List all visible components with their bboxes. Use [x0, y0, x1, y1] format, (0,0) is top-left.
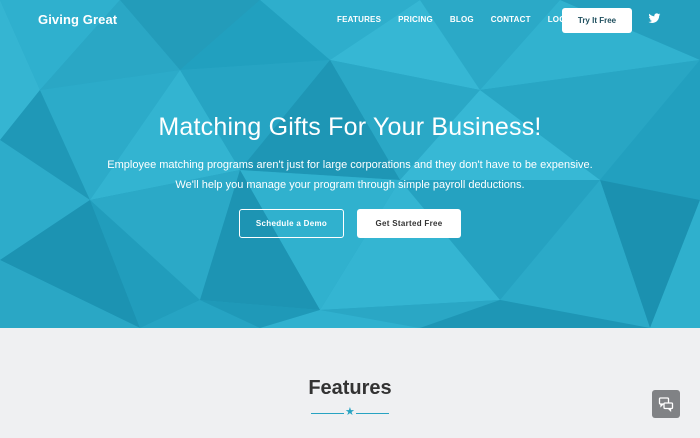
- divider-line-left: [311, 413, 344, 414]
- get-started-button[interactable]: Get Started Free: [357, 209, 461, 238]
- nav-menu: FEATURES PRICING BLOG CONTACT LOGIN: [337, 15, 591, 24]
- nav-item-blog[interactable]: BLOG: [450, 15, 474, 24]
- chat-widget-button[interactable]: [652, 390, 680, 418]
- section-divider: ★: [311, 406, 389, 419]
- nav-item-contact[interactable]: CONTACT: [491, 15, 531, 24]
- hero-subtext-line-1: Employee matching programs aren't just f…: [107, 159, 593, 171]
- nav-item-pricing[interactable]: PRICING: [398, 15, 433, 24]
- hero-headline: Matching Gifts For Your Business!: [158, 113, 542, 141]
- twitter-icon[interactable]: [648, 12, 661, 25]
- features-title: Features: [308, 377, 392, 399]
- schedule-demo-button[interactable]: Schedule a Demo: [239, 209, 344, 238]
- try-it-free-button[interactable]: Try It Free: [562, 8, 632, 33]
- hero-subtext: Employee matching programs aren't just f…: [60, 155, 640, 195]
- nav-item-features[interactable]: FEATURES: [337, 15, 381, 24]
- brand-logo[interactable]: Giving Great: [38, 12, 117, 27]
- chat-bubbles-icon: [658, 397, 674, 412]
- hero-subtext-line-2: We'll help you manage your program throu…: [175, 179, 525, 191]
- hero-section: Giving Great FEATURES PRICING BLOG CONTA…: [0, 0, 700, 328]
- star-icon: ★: [345, 406, 355, 418]
- top-navbar: Giving Great FEATURES PRICING BLOG CONTA…: [0, 0, 700, 40]
- divider-line-right: [356, 413, 389, 414]
